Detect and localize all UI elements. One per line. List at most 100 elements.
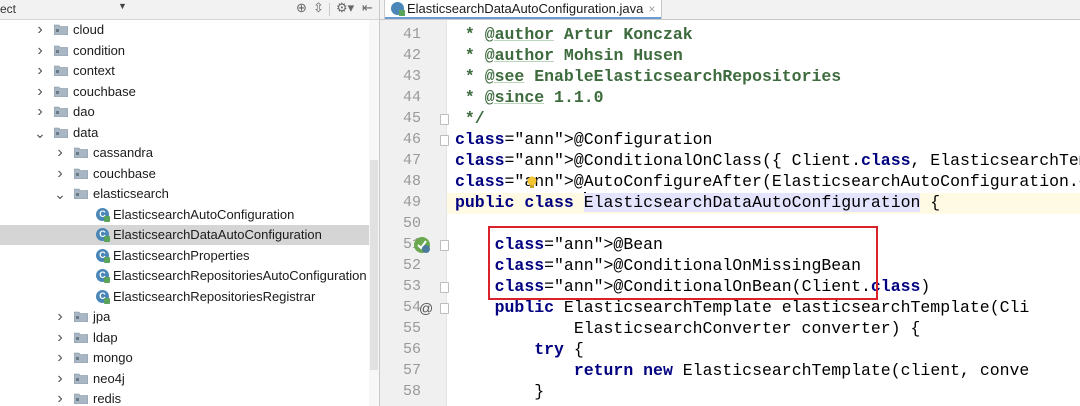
tree-item-folder[interactable]: › jpa — [0, 307, 379, 327]
tree-item-label: ElasticsearchAutoConfiguration — [113, 206, 295, 222]
package-folder-icon — [74, 168, 88, 179]
spring-bean-icon[interactable] — [413, 236, 431, 254]
line-number: 53 — [402, 278, 421, 295]
java-class-icon — [391, 2, 405, 16]
line-number: 47 — [402, 152, 421, 169]
fold-marker-icon[interactable] — [440, 303, 449, 314]
tree-item-folder[interactable]: › ldap — [0, 328, 379, 348]
active-tab-indicator — [385, 17, 662, 19]
code-line[interactable]: class="ann">@Configuration — [455, 129, 712, 150]
line-number: 56 — [402, 341, 421, 358]
override-marker-icon[interactable]: @ — [419, 300, 433, 316]
tree-item-class[interactable]: C ElasticsearchDataAutoConfiguration — [0, 225, 379, 245]
collapsed-arrow-icon[interactable]: › — [54, 164, 66, 184]
package-folder-icon — [74, 311, 88, 322]
collapsed-arrow-icon[interactable]: › — [54, 369, 66, 389]
tree-item-label: cloud — [73, 22, 105, 37]
code-line[interactable]: class="ann">@AutoConfigureAfter(Elastics… — [455, 171, 1080, 192]
tree-item-label: mongo — [93, 350, 133, 365]
tree-item-class[interactable]: C ElasticsearchRepositoriesRegistrar — [0, 287, 379, 307]
code-area[interactable]: * @author Artur Konczak * @author Mohsin… — [447, 20, 1080, 406]
tree-item-label: couchbase — [93, 165, 156, 181]
tree-item-label: neo4j — [93, 370, 125, 386]
collapsed-arrow-icon[interactable]: › — [34, 41, 46, 61]
tree-item-folder[interactable]: › neo4j — [0, 369, 379, 389]
code-line[interactable]: try { — [455, 339, 584, 360]
collapsed-arrow-icon[interactable]: › — [54, 389, 66, 406]
package-folder-icon — [74, 147, 88, 158]
code-line[interactable]: * @author Artur Konczak — [455, 24, 693, 45]
code-line[interactable]: * @since 1.1.0 — [455, 87, 604, 108]
package-folder-icon — [54, 86, 68, 97]
tree-item-folder[interactable]: › couchbase — [0, 82, 379, 102]
collapsed-arrow-icon[interactable]: › — [54, 348, 66, 368]
collapsed-arrow-icon[interactable]: › — [34, 20, 46, 40]
expanded-arrow-icon[interactable]: ⌄ — [34, 123, 46, 143]
package-folder-icon — [54, 24, 68, 35]
fold-marker-icon[interactable] — [440, 240, 449, 251]
code-line[interactable]: */ — [455, 108, 485, 129]
collapsed-arrow-icon[interactable]: › — [34, 61, 46, 81]
java-class-icon: C — [96, 248, 110, 263]
code-line[interactable]: return new ElasticsearchTemplate(client,… — [455, 360, 1030, 381]
hide-icon[interactable]: ⇤ — [362, 0, 373, 16]
tree-item-folder[interactable]: › dao — [0, 102, 379, 122]
toolbar-divider — [329, 3, 330, 16]
tree-item-label: condition — [73, 42, 126, 58]
tree-item-folder[interactable]: › condition — [0, 41, 379, 61]
line-number: 57 — [402, 362, 421, 379]
code-line[interactable]: * @author Mohsin Husen — [455, 45, 683, 66]
tree-item-folder[interactable]: › context — [0, 61, 379, 81]
collapsed-arrow-icon[interactable]: › — [54, 307, 66, 327]
collapsed-arrow-icon[interactable]: › — [54, 143, 66, 163]
line-number: 45 — [402, 110, 421, 127]
fold-marker-icon[interactable] — [440, 114, 449, 125]
tree-item-folder[interactable]: › cassandra — [0, 143, 379, 163]
target-icon[interactable]: ⊕ — [296, 0, 307, 16]
tree-item-class[interactable]: C ElasticsearchAutoConfiguration — [0, 205, 379, 225]
collapse-icon[interactable]: ⇳ — [313, 0, 324, 16]
collapsed-arrow-icon[interactable]: › — [34, 102, 46, 122]
tree-scrollbar[interactable] — [369, 20, 379, 406]
line-number: 50 — [402, 215, 421, 232]
line-number: 58 — [402, 383, 421, 400]
tree-item-folder[interactable]: ⌄ elasticsearch — [0, 184, 379, 204]
scope-dropdown-icon[interactable]: ▼ — [118, 1, 127, 11]
tree-item-label: cassandra — [93, 145, 153, 160]
gear-icon[interactable]: ⚙▾ — [336, 0, 354, 16]
code-line[interactable]: } — [455, 381, 544, 402]
tree-item-label: elasticsearch — [93, 186, 169, 201]
tree-item-label: ElasticsearchDataAutoConfiguration — [113, 227, 322, 242]
line-number: 52 — [402, 257, 421, 274]
java-class-icon: C — [96, 269, 110, 283]
tree-scrollbar-thumb[interactable] — [370, 160, 378, 370]
tree-item-class[interactable]: C ElasticsearchProperties — [0, 246, 379, 266]
collapsed-arrow-icon[interactable]: › — [54, 328, 66, 348]
fold-marker-icon[interactable] — [440, 135, 449, 146]
line-number: 46 — [402, 131, 421, 148]
tree-item-class[interactable]: C ElasticsearchRepositoriesAutoConfigurat… — [0, 266, 379, 286]
code-line[interactable]: public class ElasticsearchDataAutoConfig… — [455, 192, 940, 213]
tree-item-label: ElasticsearchRepositoriesAutoConfigurati… — [113, 268, 367, 283]
tree-item-label: couchbase — [73, 83, 136, 99]
tree-item-label: context — [73, 63, 115, 78]
tree-item-folder[interactable]: › cloud — [0, 20, 379, 40]
tree-item-folder[interactable]: › couchbase — [0, 164, 379, 184]
tree-item-folder[interactable]: › redis — [0, 389, 379, 406]
code-line[interactable]: public ElasticsearchTemplate elasticsear… — [455, 297, 1030, 318]
tree-item-label: jpa — [93, 309, 111, 324]
collapsed-arrow-icon[interactable]: › — [34, 82, 46, 102]
editor-tab-bar: ElasticsearchDataAutoConfiguration.java × — [380, 0, 1080, 20]
intention-bulb-icon[interactable] — [526, 176, 538, 190]
expanded-arrow-icon[interactable]: ⌄ — [54, 184, 66, 204]
tree-item-folder[interactable]: › mongo — [0, 348, 379, 368]
code-line[interactable]: * @see EnableElasticsearchRepositories — [455, 66, 841, 87]
close-tab-icon[interactable]: × — [648, 2, 655, 16]
tree-item-folder[interactable]: ⌄ data — [0, 123, 379, 143]
fold-marker-icon[interactable] — [440, 282, 449, 293]
code-line[interactable]: class="ann">@ConditionalOnClass({ Client… — [455, 150, 1080, 171]
editor-tab-active[interactable]: ElasticsearchDataAutoConfiguration.java × — [384, 0, 663, 19]
code-line[interactable]: ElasticsearchConverter converter) { — [455, 318, 921, 339]
project-scope-label[interactable]: ect — [0, 2, 16, 16]
line-number: 41 — [402, 26, 421, 43]
